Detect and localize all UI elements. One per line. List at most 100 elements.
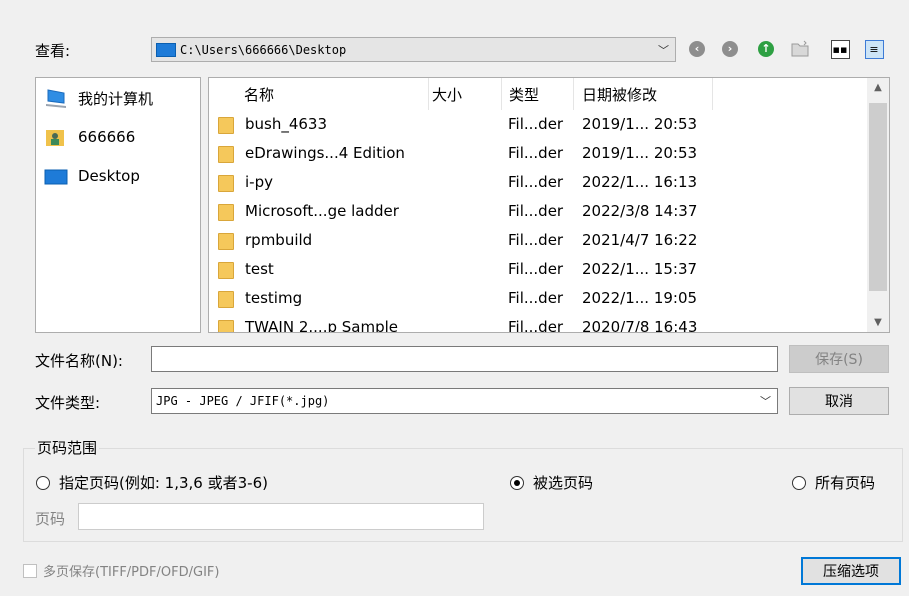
place-label: Desktop (78, 167, 140, 185)
file-type: Fil...der (508, 318, 564, 333)
scrollbar-thumb[interactable] (869, 103, 887, 291)
place-label: 666666 (78, 128, 136, 146)
file-modified: 2021/4/7 16:22 (582, 231, 698, 249)
look-in-combobox[interactable]: C:\Users\666666\Desktop ﹀ (151, 37, 676, 62)
radio-label: 指定页码(例如: 1,3,6 或者3-6) (59, 474, 268, 492)
file-modified: 2022/1... 19:05 (582, 289, 698, 307)
file-modified: 2022/1... 16:13 (582, 173, 698, 191)
file-type: Fil...der (508, 260, 564, 278)
column-header-size[interactable]: 大小 ^ (432, 78, 502, 110)
file-row[interactable]: i-py Fil...der 2022/1... 16:13 (209, 168, 864, 197)
folder-icon (218, 262, 234, 279)
column-divider[interactable] (428, 78, 429, 110)
file-modified: 2022/3/8 14:37 (582, 202, 698, 220)
file-row[interactable]: eDrawings...4 Edition Fil...der 2019/1..… (209, 139, 864, 168)
new-folder-icon (791, 40, 809, 57)
file-modified: 2022/1... 15:37 (582, 260, 698, 278)
radio-circle (36, 475, 50, 490)
file-type: Fil...der (508, 115, 564, 133)
radio-all-pages[interactable]: 所有页码 (792, 472, 875, 493)
back-button[interactable]: ‹ (686, 38, 708, 60)
file-modified: 2019/1... 20:53 (582, 144, 698, 162)
up-folder-button[interactable]: ↑ (755, 38, 777, 60)
column-divider[interactable] (712, 78, 713, 110)
column-header-type[interactable]: 类型 (509, 78, 579, 110)
back-icon: ‹ (689, 41, 705, 57)
file-modified: 2019/1... 20:53 (582, 115, 698, 133)
forward-icon: › (722, 41, 738, 57)
folder-icon (218, 117, 234, 134)
folder-icon (218, 291, 234, 308)
up-folder-icon: ↑ (758, 41, 774, 57)
page-range-title: 页码范围 (35, 437, 100, 458)
column-divider[interactable] (501, 78, 502, 110)
forward-button[interactable]: › (719, 38, 741, 60)
look-in-path: C:\Users\666666\Desktop (180, 42, 347, 57)
place-label: 我的计算机 (78, 89, 154, 108)
radio-label: 被选页码 (533, 474, 594, 492)
cancel-button[interactable]: 取消 (789, 387, 889, 415)
radio-selected-pages[interactable]: 被选页码 (510, 472, 593, 493)
save-button[interactable]: 保存(S) (789, 345, 889, 373)
list-view-button[interactable]: ▪▪ (829, 38, 851, 60)
file-modified: 2020/7/8 16:43 (582, 318, 698, 333)
checkbox-label: 多页保存(TIFF/PDF/OFD/GIF) (43, 565, 220, 580)
file-name: testimg (245, 289, 303, 307)
file-type-label: 文件类型: (35, 394, 101, 412)
radio-specify-pages[interactable]: 指定页码(例如: 1,3,6 或者3-6) (36, 472, 268, 493)
folder-icon (218, 320, 234, 332)
file-row[interactable]: bush_4633 Fil...der 2019/1... 20:53 (209, 110, 864, 139)
desktop-icon (156, 42, 176, 57)
file-row[interactable]: Microsoft...ge ladder Fil...der 2022/3/8… (209, 197, 864, 226)
file-type: Fil...der (508, 173, 564, 191)
file-name-label: 文件名称(N): (35, 352, 123, 370)
file-type-value: JPG - JPEG / JFIF(*.jpg) (156, 394, 330, 408)
file-name: bush_4633 (245, 115, 328, 133)
look-in-label: 查看: (35, 42, 71, 60)
file-row[interactable]: test Fil...der 2022/1... 15:37 (209, 255, 864, 284)
folder-icon (218, 233, 234, 250)
file-name: test (245, 260, 274, 278)
column-header-modified[interactable]: 日期被修改 (582, 78, 712, 110)
file-name: eDrawings...4 Edition (245, 144, 405, 162)
checkbox-box (23, 563, 37, 578)
file-row[interactable]: testimg Fil...der 2022/1... 19:05 (209, 284, 864, 313)
column-header-name[interactable]: 名称 (244, 78, 429, 110)
compress-options-button[interactable]: 压缩选项 (801, 557, 901, 585)
file-list[interactable]: 名称 大小 ^ 类型 日期被修改 bush_4633 Fil...der 2019… (208, 77, 890, 333)
place-user[interactable]: 666666 (44, 126, 135, 148)
vertical-scrollbar[interactable]: ▲ ▼ (867, 78, 889, 332)
folder-icon (218, 175, 234, 192)
page-input-label: 页码 (35, 510, 66, 528)
scroll-down-icon[interactable]: ▼ (867, 317, 889, 328)
detail-view-icon: ≡ (864, 39, 884, 59)
file-type: Fil...der (508, 231, 564, 249)
file-name: rpmbuild (245, 231, 313, 249)
column-divider[interactable] (573, 78, 574, 110)
folder-icon (218, 146, 234, 163)
detail-view-button[interactable]: ≡ (863, 38, 885, 60)
places-panel: 我的计算机 666666 Desktop (35, 77, 201, 333)
file-type-select[interactable]: JPG - JPEG / JFIF(*.jpg) ﹀ (151, 388, 778, 414)
folder-icon (218, 204, 234, 221)
computer-icon (44, 87, 68, 109)
place-my-computer[interactable]: 我的计算机 (44, 87, 153, 109)
page-input[interactable] (78, 503, 484, 530)
file-name: TWAIN 2....p Sample (245, 318, 398, 333)
file-row[interactable]: rpmbuild Fil...der 2021/4/7 16:22 (209, 226, 864, 255)
sort-ascending-icon: ^ (459, 77, 470, 86)
scroll-up-icon[interactable]: ▲ (867, 82, 889, 93)
file-name-input[interactable] (151, 346, 778, 372)
radio-circle (510, 475, 524, 490)
file-row[interactable]: TWAIN 2....p Sample Fil...der 2020/7/8 1… (209, 313, 864, 333)
file-name: i-py (245, 173, 273, 191)
file-type: Fil...der (508, 289, 564, 307)
new-folder-button[interactable] (790, 38, 812, 60)
chevron-down-icon: ﹀ (658, 43, 669, 57)
multipage-save-checkbox[interactable]: 多页保存(TIFF/PDF/OFD/GIF) (23, 561, 219, 580)
file-type: Fil...der (508, 202, 564, 220)
place-desktop[interactable]: Desktop (44, 165, 140, 187)
user-icon (44, 126, 68, 148)
file-name: Microsoft...ge ladder (245, 202, 399, 220)
list-view-icon: ▪▪ (830, 39, 850, 59)
